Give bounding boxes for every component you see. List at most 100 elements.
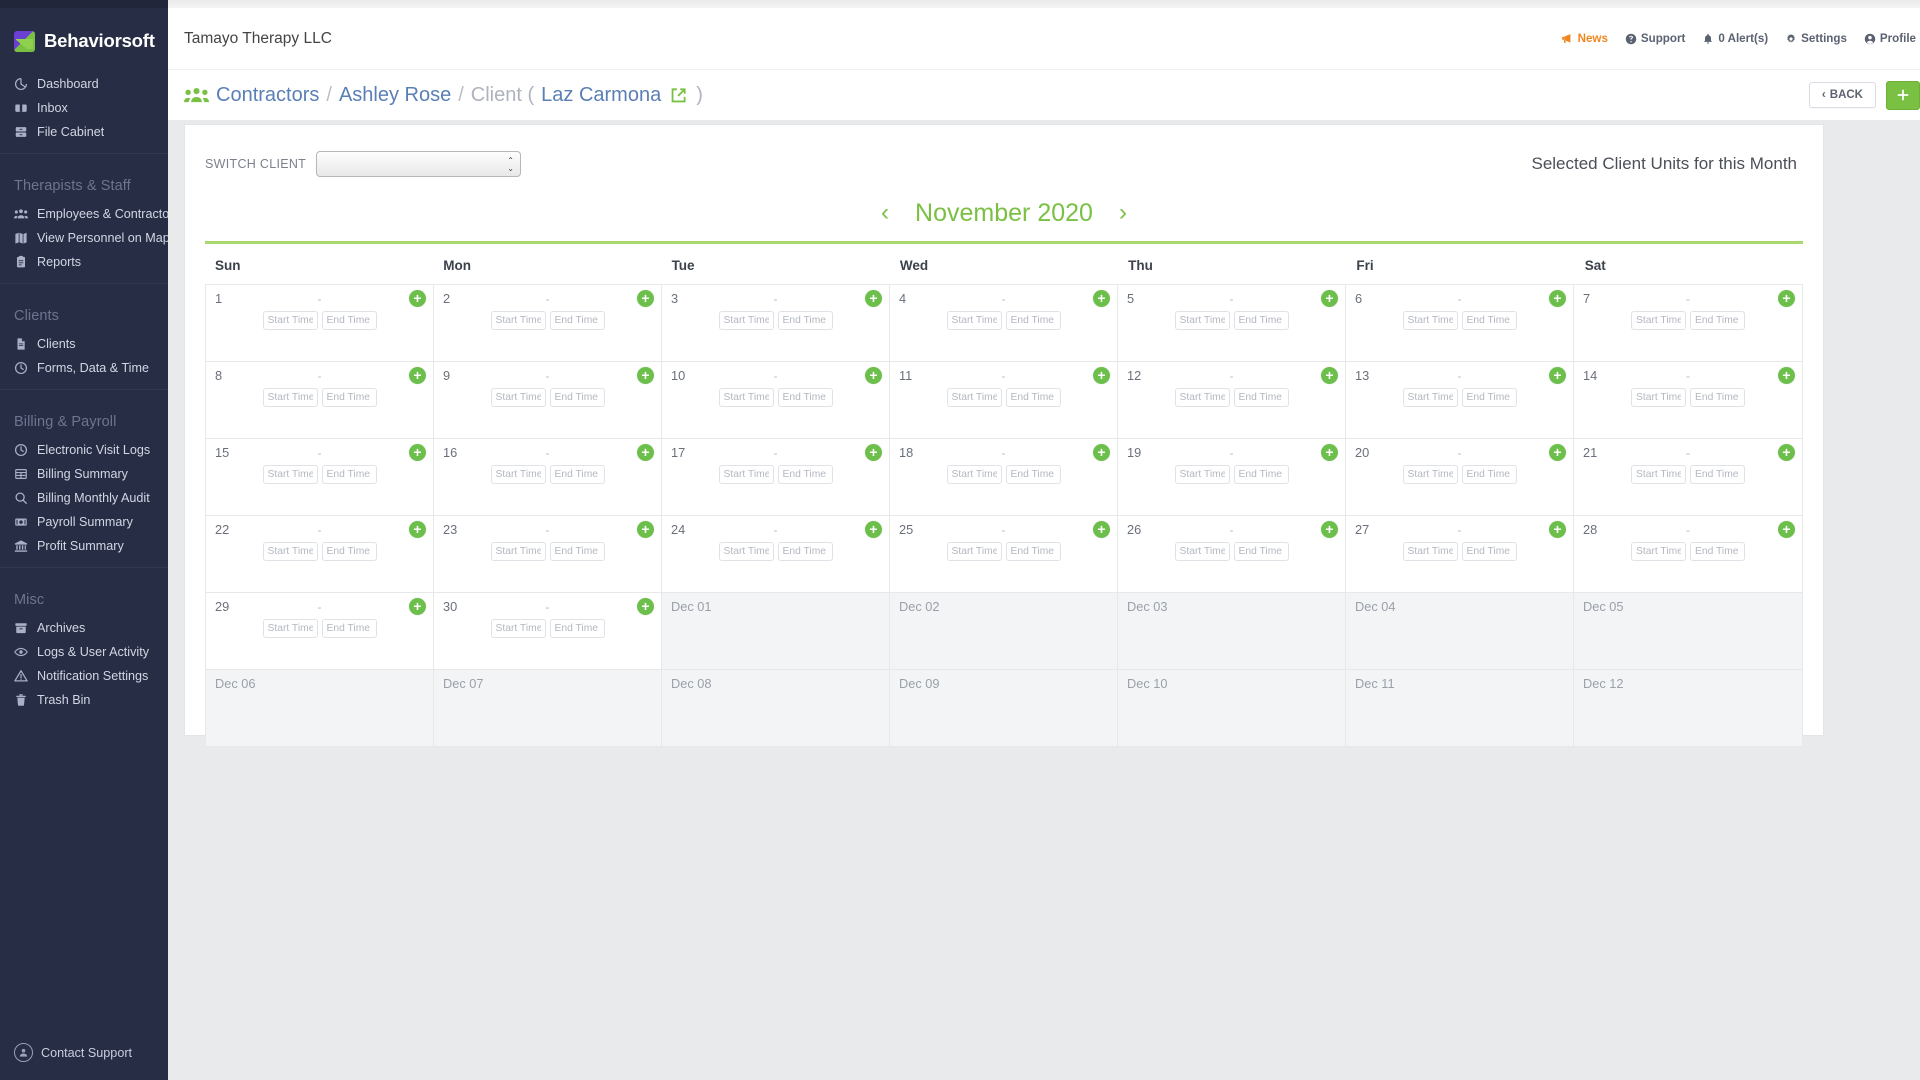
start-time-input[interactable] (1402, 542, 1458, 561)
add-entry-button[interactable]: + (409, 598, 426, 615)
calendar-cell[interactable]: 29- + (206, 593, 434, 669)
start-time-input[interactable] (490, 619, 546, 638)
end-time-input[interactable] (1690, 388, 1745, 407)
calendar-cell[interactable]: 20- + (1346, 439, 1574, 515)
add-entry-button[interactable]: + (1321, 290, 1338, 307)
calendar-cell[interactable]: 17- + (662, 439, 890, 515)
start-time-input[interactable] (1174, 542, 1230, 561)
breadcrumb-person[interactable]: Ashley Rose (339, 84, 451, 107)
add-entry-button[interactable]: + (1093, 290, 1110, 307)
sidebar-item-logs-user-activity[interactable]: Logs & User Activity (0, 640, 168, 664)
next-month-button[interactable]: › (1119, 201, 1127, 225)
start-time-input[interactable] (946, 465, 1002, 484)
sidebar-item-trash-bin[interactable]: Trash Bin (0, 688, 168, 712)
start-time-input[interactable] (490, 465, 546, 484)
end-time-input[interactable] (549, 311, 605, 330)
add-entry-button[interactable]: + (865, 444, 882, 461)
end-time-input[interactable] (1005, 465, 1061, 484)
start-time-input[interactable] (490, 311, 546, 330)
sidebar-item-file-cabinet[interactable]: File Cabinet (0, 120, 168, 144)
topnav-news[interactable]: News (1561, 32, 1608, 45)
end-time-input[interactable] (1233, 465, 1289, 484)
calendar-cell[interactable]: 3- + (662, 285, 890, 361)
add-entry-button[interactable]: + (637, 444, 654, 461)
sidebar-item-profit-summary[interactable]: Profit Summary (0, 534, 168, 558)
add-entry-button[interactable]: + (1778, 444, 1795, 461)
end-time-input[interactable] (777, 465, 833, 484)
start-time-input[interactable] (1631, 388, 1686, 407)
start-time-input[interactable] (718, 542, 774, 561)
end-time-input[interactable] (1233, 388, 1289, 407)
switch-client-select[interactable] (316, 151, 522, 177)
calendar-cell[interactable]: 21- + (1574, 439, 1802, 515)
calendar-cell[interactable]: 4- + (890, 285, 1118, 361)
start-time-input[interactable] (1174, 311, 1230, 330)
breadcrumb-contractors[interactable]: Contractors (216, 84, 319, 107)
add-entry-button[interactable]: + (409, 290, 426, 307)
calendar-cell[interactable]: 19- + (1118, 439, 1346, 515)
end-time-input[interactable] (777, 311, 833, 330)
topnav-settings[interactable]: Settings (1785, 32, 1847, 45)
end-time-input[interactable] (1461, 465, 1517, 484)
sidebar-item-forms-data-time[interactable]: Forms, Data & Time (0, 356, 168, 380)
add-entry-button[interactable]: + (637, 521, 654, 538)
end-time-input[interactable] (1005, 311, 1061, 330)
calendar-cell[interactable]: 1- + (206, 285, 434, 361)
end-time-input[interactable] (321, 619, 377, 638)
start-time-input[interactable] (490, 542, 546, 561)
sidebar-item-dashboard[interactable]: Dashboard (0, 72, 168, 96)
sidebar-item-billing-summary[interactable]: Billing Summary (0, 462, 168, 486)
sidebar-item-notification-settings[interactable]: Notification Settings (0, 664, 168, 688)
add-entry-button[interactable]: + (865, 367, 882, 384)
calendar-cell[interactable]: 26- + (1118, 516, 1346, 592)
start-time-input[interactable] (490, 388, 546, 407)
start-time-input[interactable] (262, 465, 318, 484)
calendar-cell[interactable]: 18- + (890, 439, 1118, 515)
sidebar-item-billing-monthly-audit[interactable]: Billing Monthly Audit (0, 486, 168, 510)
add-entry-button[interactable]: + (1549, 367, 1566, 384)
start-time-input[interactable] (946, 311, 1002, 330)
prev-month-button[interactable]: ‹ (881, 201, 889, 225)
top-scroll-strip[interactable] (168, 0, 1920, 8)
add-entry-button[interactable]: + (865, 290, 882, 307)
add-action-button[interactable] (1886, 80, 1920, 110)
add-entry-button[interactable]: + (637, 598, 654, 615)
start-time-input[interactable] (718, 311, 774, 330)
end-time-input[interactable] (321, 542, 377, 561)
add-entry-button[interactable]: + (1778, 290, 1795, 307)
calendar-cell[interactable]: 24- + (662, 516, 890, 592)
start-time-input[interactable] (1174, 388, 1230, 407)
calendar-cell[interactable]: 23- + (434, 516, 662, 592)
end-time-input[interactable] (549, 619, 605, 638)
sidebar-item-reports[interactable]: Reports (0, 250, 168, 274)
start-time-input[interactable] (1174, 465, 1230, 484)
start-time-input[interactable] (718, 388, 774, 407)
sidebar-item-inbox[interactable]: Inbox (0, 96, 168, 120)
end-time-input[interactable] (1005, 388, 1061, 407)
back-button[interactable]: ‹ BACK (1808, 82, 1876, 108)
breadcrumb-client-name[interactable]: Laz Carmona (541, 84, 661, 107)
add-entry-button[interactable]: + (637, 367, 654, 384)
add-entry-button[interactable]: + (409, 521, 426, 538)
brand[interactable]: Behaviorsoft (0, 0, 168, 62)
calendar-cell[interactable]: 12- + (1118, 362, 1346, 438)
end-time-input[interactable] (777, 388, 833, 407)
end-time-input[interactable] (1461, 542, 1517, 561)
end-time-input[interactable] (321, 388, 377, 407)
end-time-input[interactable] (1005, 542, 1061, 561)
calendar-cell[interactable]: 9- + (434, 362, 662, 438)
end-time-input[interactable] (549, 465, 605, 484)
add-entry-button[interactable]: + (1549, 521, 1566, 538)
start-time-input[interactable] (946, 542, 1002, 561)
end-time-input[interactable] (1690, 311, 1745, 330)
calendar-cell[interactable]: 22- + (206, 516, 434, 592)
sidebar-item-clients[interactable]: Clients (0, 332, 168, 356)
add-entry-button[interactable]: + (1549, 444, 1566, 461)
add-entry-button[interactable]: + (1778, 521, 1795, 538)
end-time-input[interactable] (1461, 388, 1517, 407)
start-time-input[interactable] (946, 388, 1002, 407)
topnav-0-alert-s[interactable]: 0 Alert(s) (1702, 32, 1768, 45)
end-time-input[interactable] (549, 388, 605, 407)
end-time-input[interactable] (777, 542, 833, 561)
calendar-cell[interactable]: 15- + (206, 439, 434, 515)
